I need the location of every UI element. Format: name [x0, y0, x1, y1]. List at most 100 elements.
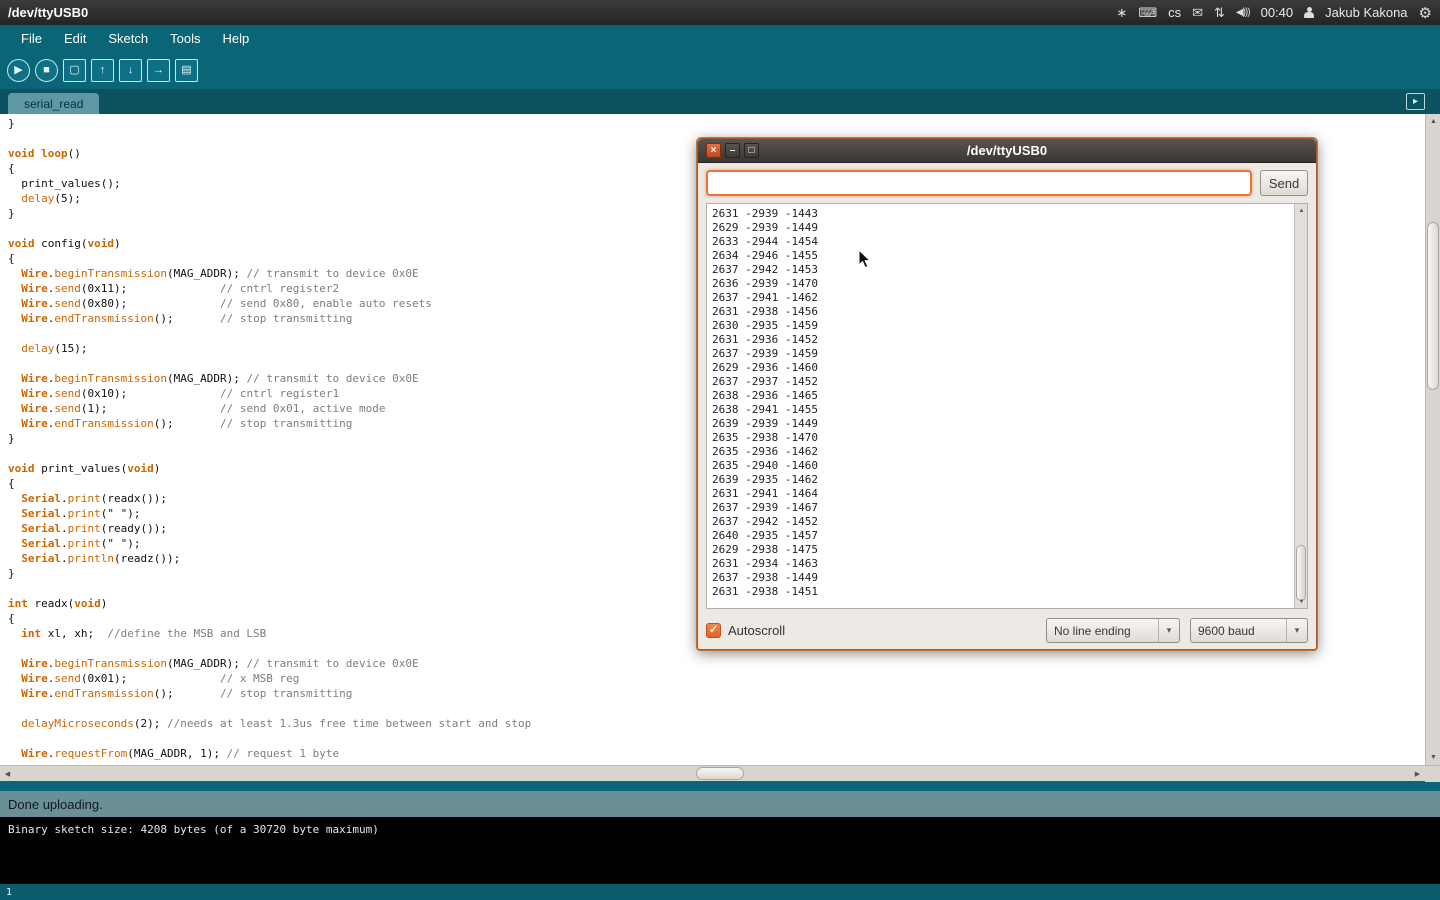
code-line: }: [8, 116, 1425, 131]
baud-rate-value: 9600 baud: [1191, 619, 1286, 642]
serial-monitor-window: × – □ /dev/ttyUSB0 Send 2631 -2939 -1443…: [697, 138, 1317, 650]
mouse-cursor: [858, 249, 872, 274]
serial-line: 2635 -2936 -1462: [712, 445, 1294, 459]
menu-item-help[interactable]: Help: [211, 27, 260, 50]
serial-line: 2637 -2941 -1462: [712, 291, 1294, 305]
sync-arrows-icon[interactable]: ⇅: [1214, 5, 1225, 21]
open-sketch-button[interactable]: ↑: [91, 59, 114, 82]
scroll-up-icon[interactable]: ▲: [1426, 114, 1440, 129]
code-line: Wire.endTransmission(); // stop transmit…: [8, 686, 1425, 701]
toolbar: ▶ ■ ▢ ↑ ↓ → ▤: [0, 51, 1440, 89]
code-line: delayMicroseconds(2); //needs at least 1…: [8, 716, 1425, 731]
line-ending-value: No line ending: [1047, 619, 1158, 642]
send-button[interactable]: Send: [1260, 170, 1308, 196]
serial-scrollbar[interactable]: ▲ ▼: [1294, 204, 1307, 608]
new-sketch-button[interactable]: ▢: [63, 59, 86, 82]
scroll-down-icon[interactable]: ▼: [1426, 750, 1440, 765]
menu-item-tools[interactable]: Tools: [159, 27, 211, 50]
menu-item-file[interactable]: File: [10, 27, 53, 50]
serial-line: 2637 -2942 -1452: [712, 515, 1294, 529]
serial-line: 2639 -2939 -1449: [712, 417, 1294, 431]
serial-monitor-icon: ▤: [181, 65, 191, 76]
serial-line: 2634 -2946 -1455: [712, 249, 1294, 263]
serial-line: 2631 -2941 -1464: [712, 487, 1294, 501]
scrollbar-corner: [1425, 766, 1440, 782]
open-sketch-icon: ↑: [100, 65, 106, 76]
serial-line: 2637 -2942 -1453: [712, 263, 1294, 277]
serial-monitor-titlebar[interactable]: × – □ /dev/ttyUSB0: [698, 139, 1316, 163]
keyboard-layout-label[interactable]: cs: [1168, 5, 1181, 20]
clock[interactable]: 00:40: [1261, 5, 1294, 20]
serial-line: 2631 -2938 -1456: [712, 305, 1294, 319]
indicator-icon[interactable]: ∗: [1116, 5, 1127, 21]
active-window-title: /dev/ttyUSB0: [8, 5, 88, 20]
status-message: Done uploading.: [8, 797, 103, 812]
code-line: Wire.beginTransmission(MAG_ADDR); // tra…: [8, 656, 1425, 671]
close-button[interactable]: ×: [706, 143, 721, 158]
serial-scroll-down-icon[interactable]: ▼: [1295, 595, 1308, 608]
maximize-button[interactable]: □: [744, 143, 759, 158]
gear-icon[interactable]: ⚙: [1419, 4, 1432, 22]
editor-vertical-scrollbar[interactable]: ▲ ▼: [1425, 114, 1440, 765]
scroll-right-icon[interactable]: ▶: [1410, 766, 1425, 781]
tab-serial-read[interactable]: serial_read: [8, 93, 99, 114]
mail-icon[interactable]: ✉: [1192, 5, 1203, 21]
new-sketch-icon: ▢: [69, 65, 79, 76]
serial-line: 2638 -2936 -1465: [712, 389, 1294, 403]
scroll-left-icon[interactable]: ◀: [0, 766, 15, 781]
upload-button[interactable]: →: [147, 59, 170, 82]
serial-line: 2629 -2939 -1449: [712, 221, 1294, 235]
serial-monitor-button[interactable]: ▤: [175, 59, 198, 82]
serial-line: 2635 -2938 -1470: [712, 431, 1294, 445]
serial-monitor-title: /dev/ttyUSB0: [967, 143, 1047, 158]
tab-bar: serial_read ▸: [0, 89, 1440, 114]
serial-line: 2636 -2939 -1470: [712, 277, 1294, 291]
window-controls: × – □: [706, 143, 759, 158]
tab-menu-button[interactable]: ▸: [1406, 93, 1425, 110]
close-icon: ×: [711, 146, 717, 156]
keyboard-icon[interactable]: ⌨: [1138, 5, 1157, 21]
upload-icon: →: [153, 65, 164, 76]
serial-line: 2637 -2939 -1459: [712, 347, 1294, 361]
serial-line: 2637 -2937 -1452: [712, 375, 1294, 389]
line-number-strip: 1: [0, 884, 1440, 900]
serial-send-input[interactable]: [706, 170, 1252, 196]
minimize-button[interactable]: –: [725, 143, 740, 158]
autoscroll-checkbox[interactable]: ✓: [706, 623, 721, 638]
line-ending-select[interactable]: No line ending ▾: [1046, 618, 1180, 643]
serial-line: 2631 -2934 -1463: [712, 557, 1294, 571]
serial-line: 2633 -2944 -1454: [712, 235, 1294, 249]
serial-line: 2637 -2938 -1449: [712, 571, 1294, 585]
serial-scroll-thumb[interactable]: [1296, 545, 1306, 601]
serial-data-panel: 2631 -2939 -14432629 -2939 -14492633 -29…: [706, 203, 1308, 609]
serial-scroll-up-icon[interactable]: ▲: [1295, 204, 1308, 217]
serial-line: 2631 -2936 -1452: [712, 333, 1294, 347]
editor-hscroll-thumb[interactable]: [696, 767, 744, 780]
user-icon: [1304, 7, 1314, 19]
menubar: FileEditSketchToolsHelp: [0, 25, 1440, 51]
baud-rate-select[interactable]: 9600 baud ▾: [1190, 618, 1308, 643]
serial-output[interactable]: 2631 -2939 -14432629 -2939 -14492633 -29…: [707, 204, 1294, 608]
editor-horizontal-scrollbar[interactable]: ◀ ▶: [0, 765, 1440, 781]
stop-icon: ■: [43, 65, 50, 76]
stop-button[interactable]: ■: [35, 59, 58, 82]
editor-vscroll-thumb[interactable]: [1427, 222, 1439, 390]
menu-item-sketch[interactable]: Sketch: [97, 27, 159, 50]
chevron-down-icon[interactable]: ▾: [1158, 619, 1179, 642]
save-sketch-button[interactable]: ↓: [119, 59, 142, 82]
current-line-number: 1: [6, 887, 12, 898]
autoscroll-label: Autoscroll: [728, 623, 785, 638]
serial-line: 2629 -2936 -1460: [712, 361, 1294, 375]
chevron-down-icon[interactable]: ▾: [1286, 619, 1307, 642]
check-icon: ✓: [709, 624, 718, 636]
save-sketch-icon: ↓: [128, 65, 134, 76]
volume-icon[interactable]: ◀))): [1236, 7, 1250, 18]
console-line: Binary sketch size: 4208 bytes (of a 307…: [8, 822, 1432, 837]
menu-item-edit[interactable]: Edit: [53, 27, 97, 50]
serial-line: 2631 -2939 -1443: [712, 207, 1294, 221]
serial-line: 2640 -2935 -1457: [712, 529, 1294, 543]
code-line: [8, 731, 1425, 746]
serial-line: 2639 -2935 -1462: [712, 473, 1294, 487]
verify-button[interactable]: ▶: [7, 59, 30, 82]
user-name[interactable]: Jakub Kakona: [1325, 5, 1407, 20]
